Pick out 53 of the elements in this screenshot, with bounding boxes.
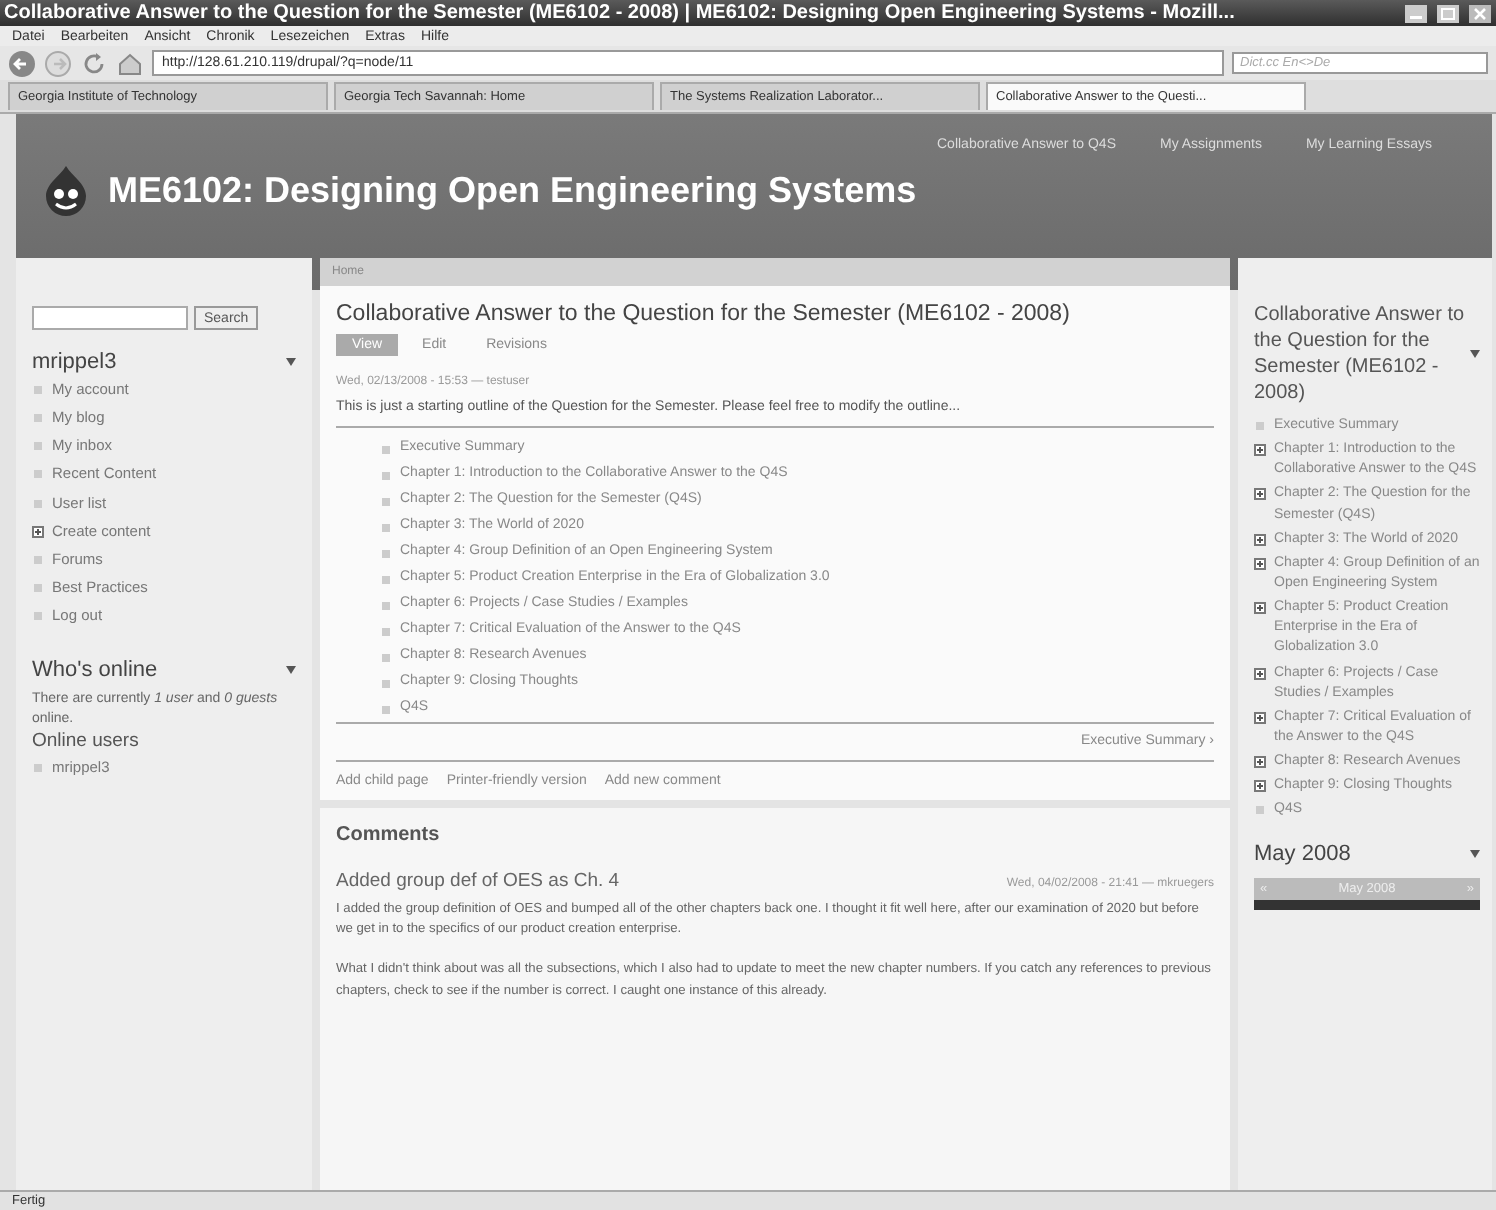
- bullet-icon: [380, 444, 392, 456]
- block-title: Who's online: [32, 658, 158, 683]
- caret-icon[interactable]: [1470, 350, 1480, 358]
- bullet-icon: [32, 610, 44, 622]
- search-field[interactable]: [32, 306, 188, 330]
- caret-icon[interactable]: [1470, 849, 1480, 858]
- caret-icon[interactable]: [286, 666, 296, 675]
- block-title: mrippel3: [32, 350, 117, 374]
- expand-icon[interactable]: [1254, 602, 1266, 615]
- bullet-icon: [380, 470, 392, 482]
- expand-icon[interactable]: [1254, 667, 1266, 680]
- bullet-icon: [380, 600, 392, 612]
- expand-icon[interactable]: [1254, 780, 1266, 793]
- bullet-icon: [380, 652, 392, 664]
- online-users-heading: Online users: [32, 729, 141, 752]
- bullet-icon: [380, 574, 392, 586]
- expand-icon[interactable]: [1254, 444, 1266, 457]
- comment-title[interactable]: Added group def of OES as Ch. 4: [336, 870, 620, 892]
- page-title: Collaborative Answer to the Question for the Semester (ME6102 - 2008): [336, 302, 1072, 326]
- site-name: ME6102: Designing Open Engineering Systems: [108, 169, 917, 211]
- bullet-icon: [380, 678, 392, 690]
- bullet-icon: [380, 548, 392, 560]
- bullet-icon: [32, 761, 44, 774]
- bullet-icon: [32, 412, 44, 425]
- bullet-icon: [380, 522, 392, 534]
- bullet-icon: [32, 497, 44, 509]
- back-icon[interactable]: [8, 49, 36, 77]
- expand-icon[interactable]: [1254, 756, 1266, 769]
- bullet-icon: [32, 581, 44, 594]
- bullet-icon: [1254, 420, 1266, 432]
- comments-heading: Comments: [336, 824, 442, 846]
- bullet-icon: [380, 496, 392, 508]
- minimize-icon[interactable]: [1404, 3, 1428, 23]
- bullet-icon: [380, 626, 392, 638]
- expand-icon[interactable]: [1254, 711, 1266, 724]
- bullet-icon: [32, 468, 44, 481]
- block-title: Collaborative Answer to the Question for the Semester (ME6102 - 2008): [1254, 302, 1467, 406]
- bullet-icon: [32, 384, 44, 396]
- window-title: Collaborative Answer to the Question for the Semester (ME6102 - 2008) | ME6102: Designing Open Engineering Systems - Mozill...: [4, 2, 1237, 24]
- bullet-icon: [1254, 804, 1266, 817]
- bullet-icon: [380, 704, 392, 716]
- expand-icon[interactable]: [1254, 533, 1266, 546]
- close-icon[interactable]: [1468, 3, 1492, 23]
- bullet-icon: [32, 440, 44, 453]
- caret-icon[interactable]: [286, 358, 296, 366]
- reload-icon[interactable]: [80, 49, 108, 77]
- expand-icon[interactable]: [1254, 557, 1266, 570]
- drop-logo-icon: [44, 164, 88, 216]
- block-title: May 2008: [1254, 841, 1351, 866]
- maximize-icon[interactable]: [1436, 3, 1460, 23]
- bullet-icon: [32, 553, 44, 566]
- expand-icon[interactable]: [1254, 488, 1266, 501]
- expand-icon[interactable]: [32, 525, 44, 538]
